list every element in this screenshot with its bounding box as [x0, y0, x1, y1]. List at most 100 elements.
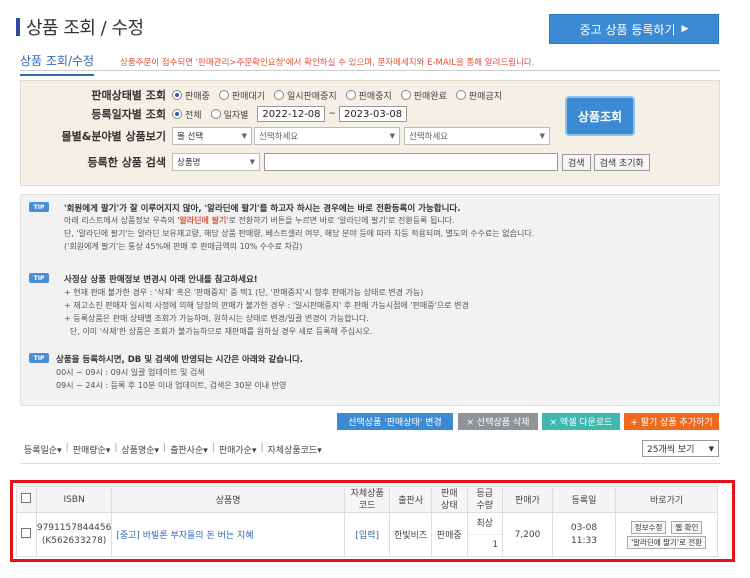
chevron-down-icon: ▼ — [708, 444, 714, 453]
tab-product-search[interactable]: 상품 조회/수정 — [20, 52, 95, 76]
date-cell: 03-08 11:33 — [551, 512, 617, 557]
register-used-product-button[interactable]: 중고 상품 등록하기 ▶ — [549, 14, 719, 44]
tip2-heading: 사정상 상품 판매정보 변경시 아래 안내를 참고하세요! — [64, 275, 258, 285]
status-radio-selling[interactable]: 판매중 — [172, 89, 210, 102]
radio-icon — [273, 90, 284, 100]
sort-by-date[interactable]: 등록일순▾ — [24, 443, 62, 456]
triangle-right-icon: ▶ — [681, 24, 689, 34]
order-notice: 상품주문이 접수되면 '판매관리>주문확인요청'에서 확인하실 수 있으며, 문… — [120, 58, 535, 68]
row-checkbox[interactable] — [21, 528, 32, 538]
reset-search-button[interactable]: 검색 초기화 — [593, 153, 650, 171]
isbn-sub-value: (K562633278) — [41, 535, 107, 546]
col-shortcut: 바로가기 — [615, 486, 718, 513]
mall-filter-row: 몰별&분야별 상품보기 몰 선택 ▼ 선택하세요 ▼ 선택하세요 ▼ — [20, 127, 550, 145]
keyword-search-row: 등록한 상품 검색 상품명 ▼ 검색 검색 초기화 — [20, 153, 650, 171]
change-status-button[interactable]: 선택상품 '판매상태' 변경 — [337, 413, 453, 430]
date-radio-daily[interactable]: 일자별 — [210, 108, 248, 121]
isbn-cell: 9791157844456 (K562633278) — [35, 512, 113, 557]
tip2-line4: 단, 이미 '삭제'한 상품은 조회가 불가능하므로 재판매를 원하실 경우 새… — [70, 327, 373, 336]
time-value: 11:33 — [571, 535, 597, 546]
status-radio-waiting[interactable]: 판매대기 — [218, 89, 265, 102]
status-radio-paused[interactable]: 일시판매중지 — [273, 89, 337, 102]
code-cell: [입력] — [343, 512, 391, 557]
keyword-search-label: 등록한 상품 검색 — [87, 156, 167, 169]
chevron-down-icon: ▼ — [241, 132, 247, 140]
per-page-select[interactable]: 25개씩 보기 ▼ — [642, 440, 719, 457]
sort-by-sales[interactable]: 판매량순▾ — [73, 443, 111, 456]
grade-value: 최상 — [467, 513, 503, 535]
mall-filter-label: 몰별&분야별 상품보기 — [61, 130, 166, 143]
chevron-down-icon: ▾ — [317, 446, 322, 456]
keyword-input[interactable] — [264, 153, 558, 171]
search-button[interactable]: 검색 — [562, 153, 591, 171]
add-product-button[interactable]: + 팔기 상품 추가하기 — [624, 413, 719, 430]
mall-select[interactable]: 몰 선택 ▼ — [172, 127, 252, 145]
chevron-down-icon: ▾ — [57, 446, 62, 456]
register-button-label: 중고 상품 등록하기 — [579, 22, 676, 37]
chevron-down-icon: ▼ — [539, 132, 545, 140]
date-from-input[interactable]: 2022-12-08 — [257, 106, 326, 122]
tip2-line3: + 등록상품은 판매 상태별 조회가 가능하며, 원하시는 상태로 변경/일괄 … — [64, 314, 369, 323]
status-cell[interactable]: 판매중 — [430, 512, 468, 557]
col-date: 등록일 — [551, 486, 617, 513]
product-table: ISBN 상품명 자체상품 코드 출판사 판매 상태 등급 수량 판매가 등록일… — [16, 486, 718, 557]
shortcut-cell: 정보수정 웹 확인 '알라딘에 팔기'로 전환 — [615, 512, 718, 557]
radio-icon — [172, 109, 182, 119]
product-name-link[interactable]: [중고] 바빌론 부자들의 돈 버는 지혜 — [116, 531, 253, 541]
edit-info-button[interactable]: 정보수정 — [630, 520, 667, 534]
chevron-down-icon: ▾ — [203, 446, 208, 456]
qty-value: 1 — [492, 540, 499, 550]
excel-download-button[interactable]: × 엑셀 다운로드 — [542, 413, 620, 430]
sort-by-code[interactable]: 자체상품코드▾ — [268, 443, 322, 456]
status-radio-stopped[interactable]: 판매중지 — [345, 89, 392, 102]
convert-to-aladin-button[interactable]: '알라딘에 팔기'로 전환 — [627, 535, 707, 549]
date-value: 03-08 — [570, 522, 598, 533]
col-grade-qty: 등급 수량 — [466, 486, 504, 513]
title-accent-bar — [16, 18, 20, 36]
col-isbn: ISBN — [35, 486, 113, 513]
category1-select[interactable]: 선택하세요 ▼ — [254, 127, 400, 145]
status-filter-row: 판매상태별 조회 판매중 판매대기 일시판매중지 판매중지 판매완료 판매금지 — [20, 87, 511, 103]
radio-icon — [218, 90, 229, 100]
delete-selected-button[interactable]: × 선택상품 삭제 — [458, 413, 538, 430]
keyword-type-select[interactable]: 상품명 ▼ — [172, 153, 260, 171]
chevron-down-icon: ▾ — [105, 446, 111, 456]
col-status: 판매 상태 — [430, 486, 468, 513]
web-view-button[interactable]: 웹 확인 — [671, 520, 703, 534]
product-name-cell: [중고] 바빌론 부자들의 돈 버는 지혜 — [111, 512, 345, 557]
tip1-line2: 단, '알라딘에 팔기'는 알라딘 보유재고량, 해당 상품 판매량, 베스트셀… — [64, 229, 535, 238]
category2-select[interactable]: 선택하세요 ▼ — [404, 127, 550, 145]
tip1-heading: '회원에게 팔기'가 잘 이루어지지 않아, '알라딘에 팔기'를 하고자 하시… — [64, 204, 461, 214]
status-radio-completed[interactable]: 판매완료 — [400, 89, 447, 102]
status-radio-banned[interactable]: 판매금지 — [455, 89, 502, 102]
row-select-cell — [16, 512, 37, 557]
isbn-value: 9791157844456 — [36, 522, 112, 533]
tip1-line1: 아래 리스트에서 상품정보 우측의 '알라딘에 팔기'로 전환하기 버튼을 누르… — [64, 216, 455, 225]
sort-by-price[interactable]: 판매가순▾ — [219, 443, 257, 456]
tip-badge: TIP — [29, 202, 49, 212]
tip-badge: TIP — [29, 273, 49, 283]
grade-qty-cell: 최상 1 — [466, 512, 504, 557]
sort-by-name[interactable]: 상품명순▾ — [121, 443, 159, 456]
select-all-checkbox[interactable] — [21, 493, 32, 503]
status-filter-label: 판매상태별 조회 — [91, 89, 166, 102]
price-cell[interactable]: 7,200 — [502, 512, 553, 557]
radio-icon — [345, 90, 356, 100]
date-separator: ~ — [328, 109, 336, 119]
radio-icon — [172, 90, 182, 100]
tip3-heading: 상품을 등록하시면, DB 및 검색에 반영되는 시간은 아래와 같습니다. — [56, 355, 303, 365]
date-to-input[interactable]: 2023-03-08 — [338, 106, 407, 122]
product-query-button[interactable]: 상품조회 — [565, 96, 635, 136]
sort-by-publisher[interactable]: 출판사순▾ — [170, 443, 208, 456]
page-title: 상품 조회 / 수정 — [26, 18, 144, 39]
radio-icon — [455, 90, 466, 100]
date-radio-all[interactable]: 전체 — [172, 108, 202, 121]
publisher-cell: 한빛비즈 — [389, 512, 432, 557]
code-input-link[interactable]: [입력] — [355, 531, 379, 541]
chevron-down-icon: ▾ — [154, 446, 160, 456]
tip2-line2: + 재고소진 판매자 일시적 사정에 의해 당장의 판매가 불가한 경우 : '… — [64, 301, 469, 310]
tab-underline — [20, 70, 720, 71]
radio-icon — [400, 90, 411, 100]
table-row: 9791157844456 (K562633278) [중고] 바빌론 부자들의… — [16, 512, 718, 557]
date-filter-row: 등록일자별 조회 전체 일자별 2022-12-08 ~ 2023-03-08 — [20, 106, 407, 122]
